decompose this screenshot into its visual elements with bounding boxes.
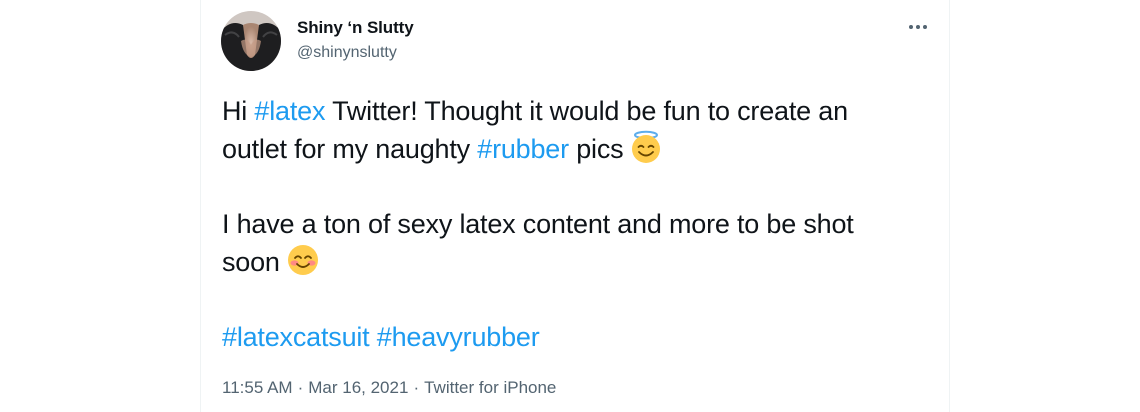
tweet-time: 11:55 AM [222, 378, 293, 397]
tweet-line: outlet for my naughty #rubber pics [222, 130, 922, 168]
meta-separator: · [297, 378, 304, 397]
tweet-line: Hi #latex Twitter! Thought it would be f… [222, 92, 922, 130]
hashtag-link[interactable]: #rubber [477, 134, 569, 164]
tweet-line: soon [222, 243, 922, 281]
avatar[interactable] [221, 11, 281, 71]
tweet-text-segment: pics [568, 134, 624, 164]
smiling-face-with-halo-icon [629, 130, 663, 164]
more-dots-icon [923, 25, 927, 29]
tweet-metadata: 11:55 AM · Mar 16, 2021 · Twitter for iPhone [222, 378, 556, 398]
hashtag-link[interactable]: #latexcatsuit [222, 322, 370, 352]
tweet-timestamp[interactable]: 11:55 AM · Mar 16, 2021 [222, 378, 408, 397]
meta-separator: · [413, 378, 420, 397]
tweet-text: Hi #latex Twitter! Thought it would be f… [222, 92, 922, 356]
more-dots-icon [909, 25, 913, 29]
tweet-text-segment: outlet for my naughty [222, 134, 478, 164]
author-display-name[interactable]: Shiny ‘n Slutty [297, 18, 414, 38]
tweet-line: I have a ton of sexy latex content and m… [222, 209, 854, 239]
smiling-face-with-smiling-eyes-icon [286, 243, 320, 277]
tweet-text-segment: Twitter! Thought it would be fun to crea… [325, 96, 848, 126]
more-options-button[interactable] [901, 14, 935, 40]
tweet-card: Shiny ‘n Slutty @shinynslutty Hi #latex … [200, 0, 950, 412]
avatar-photo [221, 11, 281, 71]
tweet-hashtags-line: #latexcatsuit #heavyrubber [222, 318, 922, 356]
author-handle[interactable]: @shinynslutty [297, 44, 397, 62]
hashtag-link[interactable]: #heavyrubber [377, 322, 540, 352]
tweet-source[interactable]: Twitter for iPhone [424, 378, 556, 397]
page: Shiny ‘n Slutty @shinynslutty Hi #latex … [0, 0, 1140, 412]
tweet-date: Mar 16, 2021 [308, 378, 409, 397]
tweet-text-segment: soon [222, 247, 280, 277]
more-dots-icon [916, 25, 920, 29]
hashtag-link[interactable]: #latex [254, 96, 325, 126]
tweet-text-segment: Hi [222, 96, 255, 126]
